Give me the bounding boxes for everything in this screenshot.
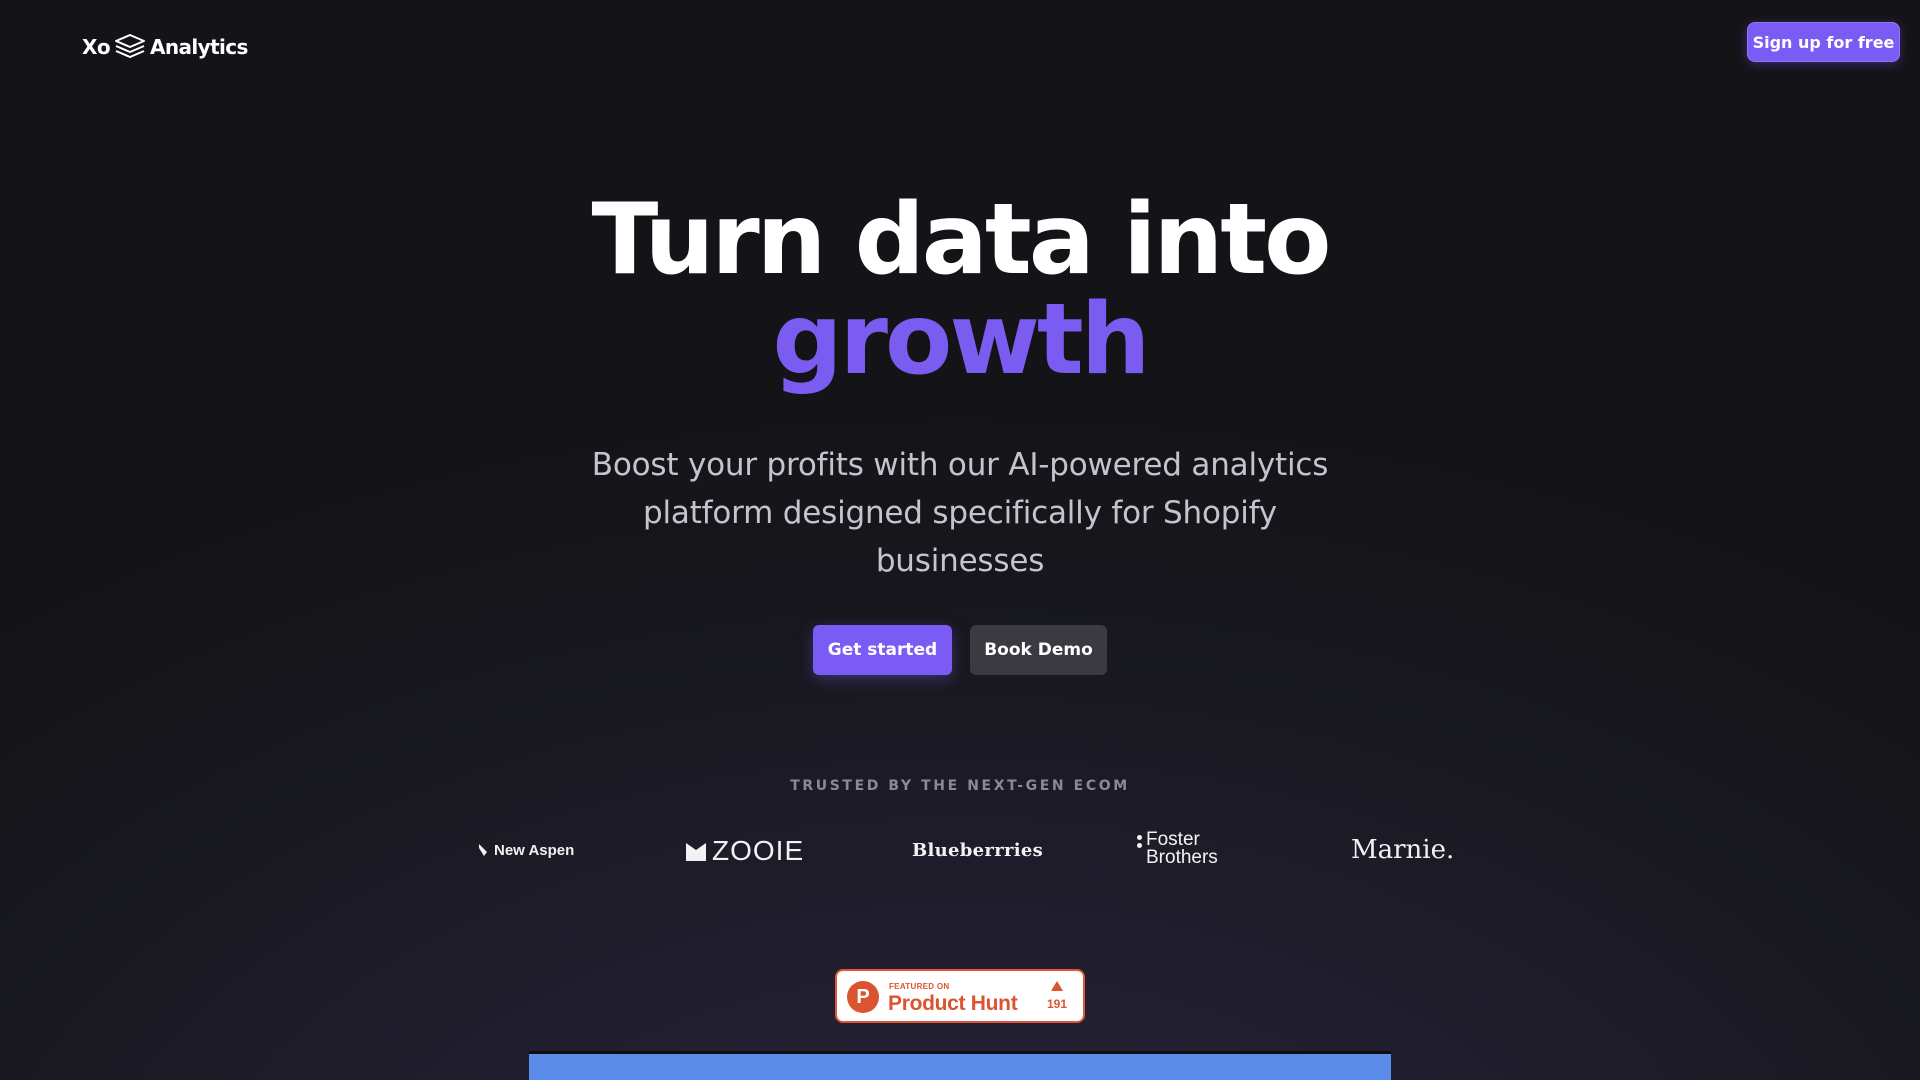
brand-name: Blueberrries [912,839,1044,861]
logo-text-xo: Xo [82,35,111,59]
brand-name: ZOOIE [712,835,805,866]
logo-text-analytics: Analytics [149,35,248,59]
hero-title-line1: Turn data into [591,183,1332,297]
brand-logo-blueberrries: Blueberrries [912,838,1043,862]
brand-logo-marnie: Marnie. [1351,834,1454,866]
zooie-mark-icon [686,843,706,861]
hero-title-highlight: growth [772,283,1151,397]
product-hunt-badge[interactable]: P FEATURED ON Product Hunt 191 [835,969,1085,1023]
dots-icon [1137,835,1142,851]
brand-logo-foster-brothers: Foster Brothers [1137,830,1257,871]
hero-title: Turn data into growth [0,190,1920,390]
upvote-count: 191 [1046,997,1068,1011]
brand-logo-zooie: ZOOIE [686,835,805,866]
brand-logo-new-aspen: New Aspen [478,840,574,860]
product-hunt-name: Product Hunt [888,992,1018,1015]
logo[interactable]: Xo Analytics [82,32,248,62]
hero-subtitle: Boost your profits with our AI-powered a… [591,447,1329,579]
trusted-by-label: TRUSTED BY THE NEXT-GEN ECOM [790,778,1130,794]
upvote-arrow-icon [1051,981,1063,991]
product-hunt-logo-icon: P [847,981,879,1013]
feather-icon [479,844,487,856]
stacked-layers-icon [114,34,145,58]
brand-name: New Aspen [494,841,575,859]
sign-up-button[interactable]: Sign up for free [1747,22,1900,62]
dashboard-preview [529,1051,1391,1080]
brand-name-line2: Brothers [1146,847,1218,868]
product-hunt-featured-label: FEATURED ON [889,982,950,991]
top-nav: Xo Analytics Sign up for free [0,0,1920,90]
book-demo-button[interactable]: Book Demo [970,625,1107,675]
brand-name: Marnie. [1351,835,1455,865]
get-started-button[interactable]: Get started [813,625,952,675]
